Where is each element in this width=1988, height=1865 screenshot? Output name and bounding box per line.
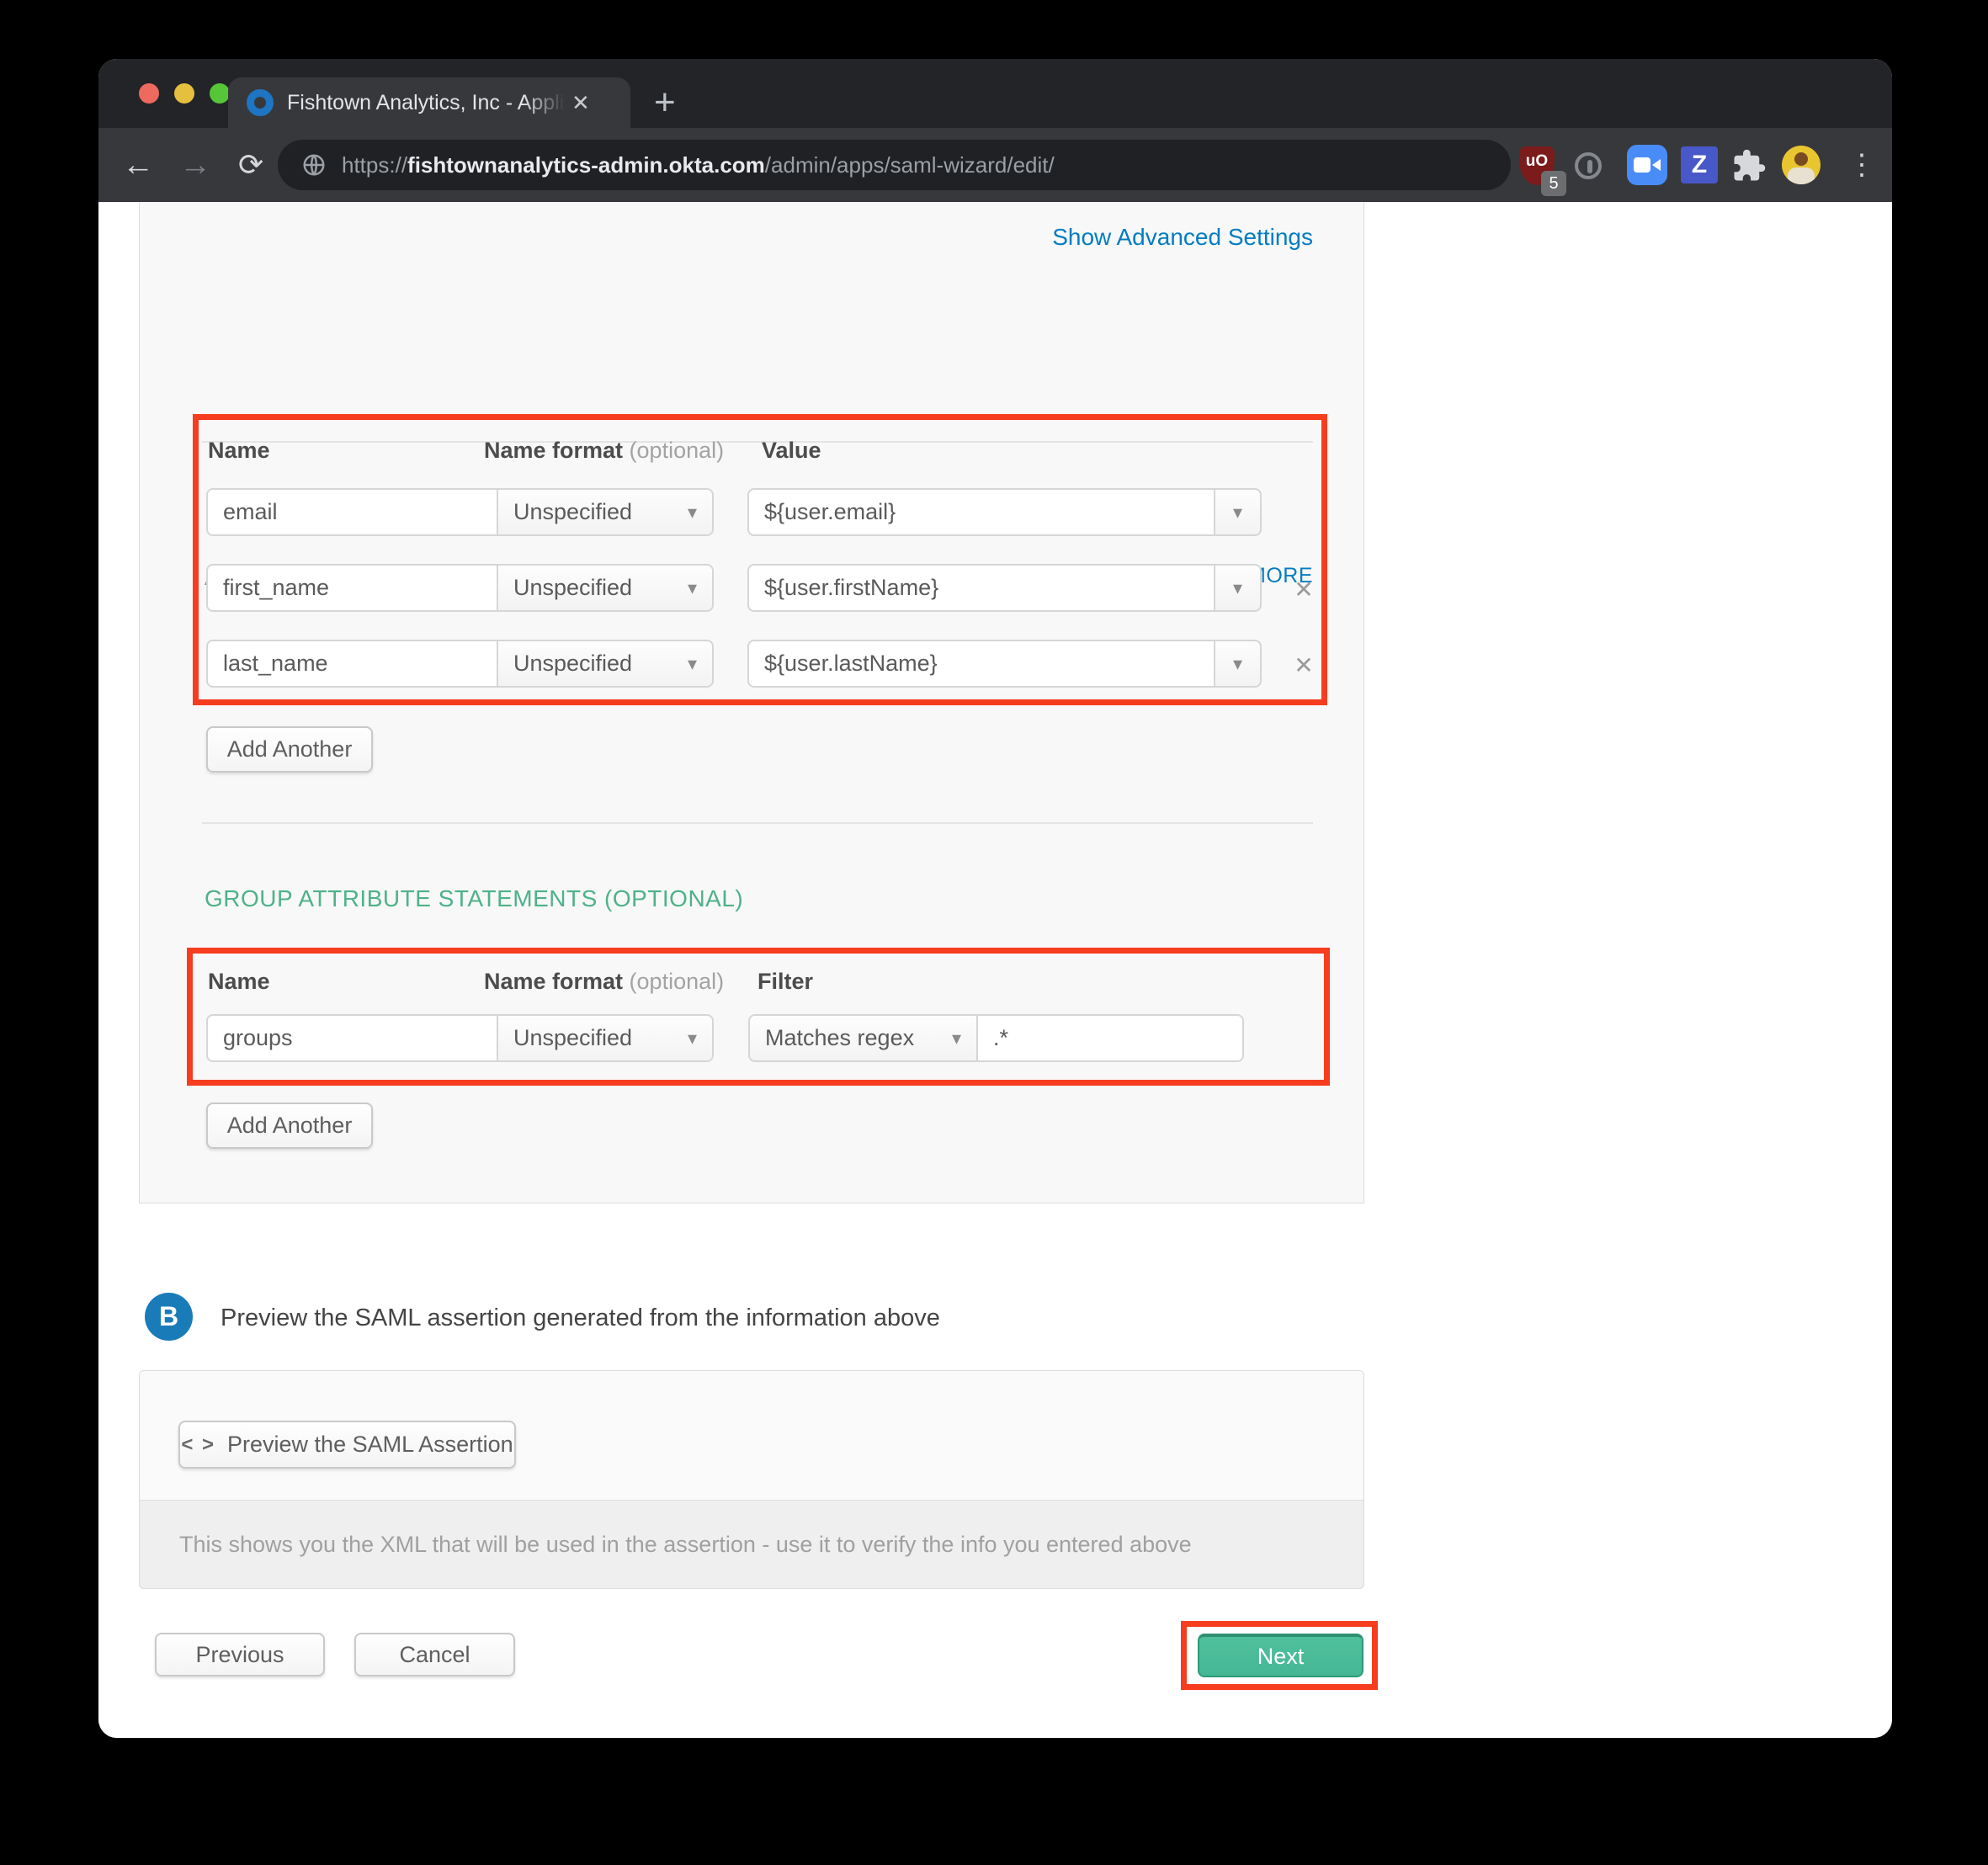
attr-name-input[interactable] xyxy=(206,640,498,688)
preview-note: This shows you the XML that will be used… xyxy=(139,1500,1364,1589)
preview-button-label: Preview the SAML Assertion xyxy=(227,1432,513,1458)
column-header-name: Name xyxy=(208,969,270,995)
chevron-down-icon: ▾ xyxy=(688,502,697,523)
group-attribute-statements-title: GROUP ATTRIBUTE STATEMENTS (OPTIONAL) xyxy=(205,885,743,912)
forward-icon[interactable]: → xyxy=(179,128,211,202)
annotation-box-next xyxy=(1181,1621,1378,1690)
code-icon: < > xyxy=(181,1433,215,1457)
column-header-format: Name format (optional) xyxy=(484,969,724,995)
group-name-input[interactable] xyxy=(206,1014,498,1062)
back-icon[interactable]: ← xyxy=(122,128,154,202)
url-text: https://fishtownanalytics-admin.okta.com… xyxy=(342,152,1055,178)
cancel-button[interactable]: Cancel xyxy=(354,1633,515,1676)
add-another-attribute-button[interactable]: Add Another xyxy=(206,726,373,773)
browser-menu-icon[interactable]: ⋮ xyxy=(1847,128,1876,202)
new-tab-button[interactable]: + xyxy=(654,79,676,126)
attr-value-dropdown-button[interactable]: ▾ xyxy=(1214,640,1262,688)
remove-row-icon[interactable]: ✕ xyxy=(1287,651,1321,679)
attr-value-input[interactable] xyxy=(747,640,1215,688)
column-header-name: Name xyxy=(208,438,270,464)
previous-button[interactable]: Previous xyxy=(155,1633,325,1676)
column-header-format: Name format (optional) xyxy=(484,438,724,464)
chevron-down-icon: ▾ xyxy=(688,577,697,599)
group-filter-select[interactable]: Matches regex ▾ xyxy=(748,1014,978,1062)
preview-saml-assertion-button[interactable]: < > Preview the SAML Assertion xyxy=(178,1421,516,1469)
tab-close-icon[interactable]: ✕ xyxy=(571,90,590,116)
attr-format-value: Unspecified xyxy=(513,575,632,601)
attr-name-input[interactable] xyxy=(206,564,498,612)
attr-value-input[interactable] xyxy=(747,564,1215,612)
browser-window: Fishtown Analytics, Inc - Applic ✕ + ← →… xyxy=(98,59,1892,1738)
chevron-down-icon: ▾ xyxy=(688,1028,697,1049)
titlebar: Fishtown Analytics, Inc - Applic ✕ + xyxy=(98,59,1892,128)
chevron-down-icon: ▾ xyxy=(952,1028,961,1049)
browser-tab[interactable]: Fishtown Analytics, Inc - Applic ✕ xyxy=(228,77,630,128)
tab-title: Fishtown Analytics, Inc - Applic xyxy=(287,91,565,115)
password-manager-extension-icon[interactable] xyxy=(1575,152,1602,179)
attr-value-dropdown-button[interactable]: ▾ xyxy=(1214,564,1262,612)
url-host: fishtownanalytics-admin.okta.com xyxy=(407,152,765,178)
okta-favicon-icon xyxy=(247,89,274,116)
zoom-window-button[interactable] xyxy=(210,83,230,104)
reload-icon[interactable]: ⟳ xyxy=(238,128,263,202)
globe-icon xyxy=(301,152,327,178)
remove-row-icon[interactable]: ✕ xyxy=(1287,576,1321,603)
address-bar[interactable]: https://fishtownanalytics-admin.okta.com… xyxy=(278,140,1511,190)
attr-name-input[interactable] xyxy=(206,488,498,536)
extensions-puzzle-icon[interactable] xyxy=(1731,148,1767,188)
step-b-badge: B xyxy=(145,1293,193,1341)
url-path: /admin/apps/saml-wizard/edit/ xyxy=(765,152,1055,178)
chevron-down-icon: ▾ xyxy=(1233,502,1242,523)
show-advanced-settings-link[interactable]: Show Advanced Settings xyxy=(1052,224,1313,251)
url-scheme: https:// xyxy=(342,152,407,178)
group-format-value: Unspecified xyxy=(513,1025,632,1051)
group-format-select[interactable]: Unspecified ▾ xyxy=(497,1014,714,1062)
column-header-filter: Filter xyxy=(757,969,813,995)
chevron-down-icon: ▾ xyxy=(1233,577,1242,599)
zoom-extension-icon[interactable] xyxy=(1627,145,1667,185)
zotero-extension-icon[interactable]: Z xyxy=(1681,146,1718,183)
chevron-down-icon: ▾ xyxy=(688,653,697,675)
group-filter-value-input[interactable] xyxy=(976,1014,1244,1062)
preview-section-heading: Preview the SAML assertion generated fro… xyxy=(221,1304,940,1332)
add-another-group-attribute-button[interactable]: Add Another xyxy=(206,1103,373,1149)
group-filter-type: Matches regex xyxy=(765,1025,914,1051)
minimize-window-button[interactable] xyxy=(174,83,194,104)
attr-value-dropdown-button[interactable]: ▾ xyxy=(1214,488,1262,536)
attr-value-input[interactable] xyxy=(747,488,1215,536)
column-header-value: Value xyxy=(762,438,821,464)
browser-toolbar: ← → ⟳ https://fishtownanalytics-admin.ok… xyxy=(98,128,1892,202)
attr-format-select[interactable]: Unspecified ▾ xyxy=(497,488,714,536)
attr-format-select[interactable]: Unspecified ▾ xyxy=(497,564,714,612)
close-window-button[interactable] xyxy=(139,83,159,104)
attr-format-value: Unspecified xyxy=(513,651,632,677)
profile-avatar[interactable] xyxy=(1782,146,1821,184)
attr-format-select[interactable]: Unspecified ▾ xyxy=(497,640,714,688)
page-content: Show Advanced Settings ATTRIBUTE STATEME… xyxy=(98,202,1892,1738)
chevron-down-icon: ▾ xyxy=(1233,653,1242,675)
divider xyxy=(202,822,1313,824)
attr-format-value: Unspecified xyxy=(513,499,632,525)
ublock-badge: 5 xyxy=(1541,171,1566,196)
